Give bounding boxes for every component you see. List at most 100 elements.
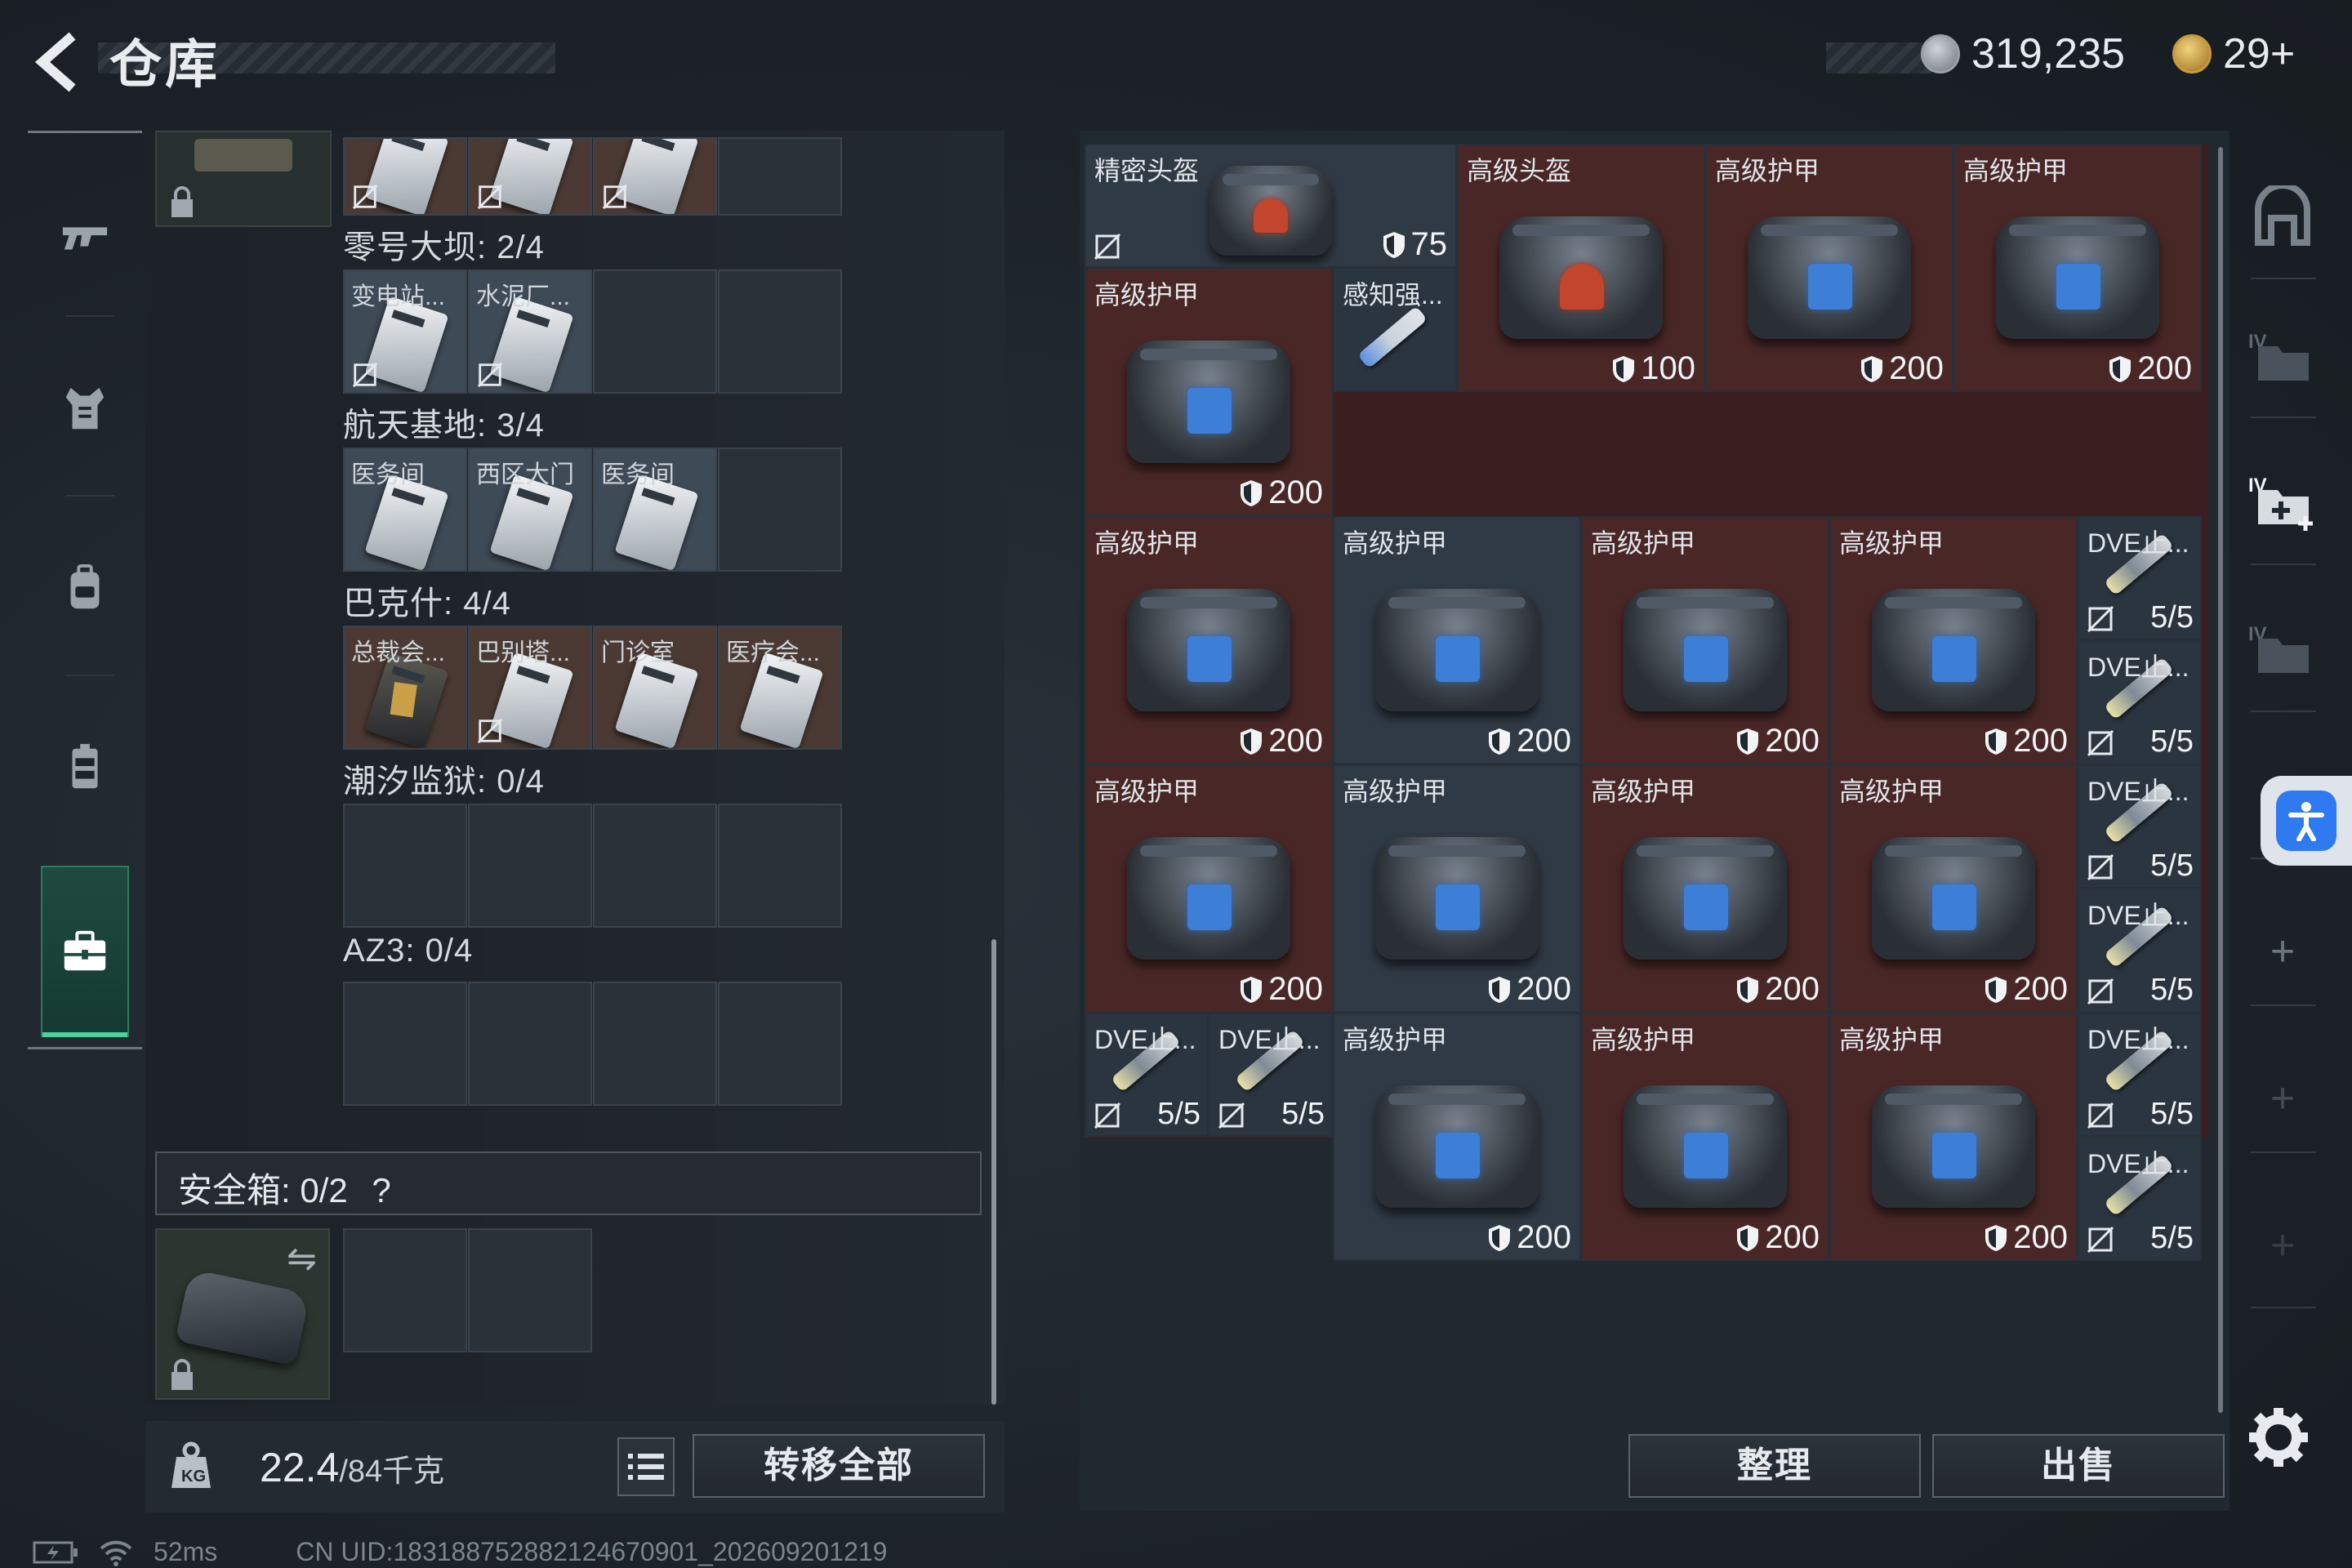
durability-value: 200 xyxy=(1889,350,1944,386)
keycard-group-slots xyxy=(343,982,842,1106)
item-name: 高级护甲 xyxy=(1094,528,1200,558)
durability-value: 200 xyxy=(1517,723,1571,759)
keycard-slot-empty[interactable] xyxy=(718,804,842,928)
stash-tab-home[interactable] xyxy=(2246,180,2319,253)
sidebar-item-rig[interactable] xyxy=(41,694,129,841)
stash-item-syringe[interactable]: DVE止... 5/5 xyxy=(2078,1137,2202,1261)
keycard-slot[interactable]: 总裁会... xyxy=(343,626,467,750)
item-name: DVE止... xyxy=(2087,901,2189,930)
keycard-slot-empty[interactable] xyxy=(718,270,842,394)
item-name: 高级护甲 xyxy=(1839,1025,1944,1054)
keycard-group-slots: 医务间 西区大门 医务间 xyxy=(343,448,842,572)
tab-separator xyxy=(2251,1307,2316,1308)
locked-container-slot[interactable] xyxy=(155,131,332,227)
stash-item-helmet[interactable]: 高级头盔 100 xyxy=(1457,144,1705,392)
stash-item-armor[interactable]: 高级护甲 200 xyxy=(1333,516,1581,764)
stash-item-armor[interactable]: 高级护甲 200 xyxy=(1333,1013,1581,1261)
stash-scrollbar[interactable] xyxy=(2218,147,2223,1413)
keycard-slot[interactable]: 变电站... xyxy=(343,270,467,394)
keycard-slot[interactable]: 医务间 xyxy=(343,448,467,572)
sidebar-item-weapon[interactable] xyxy=(41,163,129,310)
keycard-slot-empty[interactable] xyxy=(718,982,842,1106)
keycard-slot-empty[interactable] xyxy=(593,804,717,928)
keycard-slot[interactable] xyxy=(593,137,717,216)
no-bind-icon xyxy=(477,718,503,744)
keycard-slot-empty[interactable] xyxy=(718,448,842,572)
stash-item-syringe[interactable]: DVE止... 5/5 xyxy=(2078,516,2202,640)
stash-item-syringe[interactable]: DVE止... 5/5 xyxy=(1085,1013,1209,1137)
no-bind-icon xyxy=(1094,1102,1121,1129)
stash-item-armor[interactable]: 高级护甲 200 xyxy=(1333,764,1581,1013)
durability-value: 200 xyxy=(1765,971,1820,1007)
safe-slot-empty[interactable] xyxy=(468,1228,592,1352)
keycard-slot-empty[interactable] xyxy=(343,982,467,1106)
item-count: 5/5 xyxy=(2150,600,2194,635)
item-name: 高级护甲 xyxy=(1591,777,1696,806)
item-name: DVE止... xyxy=(1218,1025,1321,1054)
stash-item-armor[interactable]: 高级护甲 200 xyxy=(1829,516,2078,764)
stash-item-syringe[interactable]: DVE止... 5/5 xyxy=(2078,640,2202,764)
stash-item-armor[interactable]: 高级护甲 200 xyxy=(1581,1013,1829,1261)
keycard-slot-empty[interactable] xyxy=(593,982,717,1106)
stash-item-syringe[interactable]: DVE止... 5/5 xyxy=(1209,1013,1333,1137)
swap-icon[interactable]: ⇋ xyxy=(287,1238,317,1280)
list-view-button[interactable] xyxy=(617,1437,675,1496)
keycard-slot-empty[interactable] xyxy=(718,137,842,216)
item-name: 高级护甲 xyxy=(1343,528,1448,558)
stash-item-armor[interactable]: 高级护甲 200 xyxy=(1705,144,1953,392)
keycard-slot[interactable]: 门诊室 xyxy=(593,626,717,750)
sell-button[interactable]: 出售 xyxy=(1932,1434,2225,1498)
item-durability: 200 xyxy=(1735,1219,1820,1256)
back-arrow-icon[interactable] xyxy=(24,29,90,95)
keycard-slot[interactable]: 巴别塔... xyxy=(468,626,592,750)
currency-premium[interactable]: 29+ xyxy=(2172,29,2295,78)
item-durability: 200 xyxy=(1239,474,1323,511)
keycard-slot[interactable]: 医疗会... xyxy=(718,626,842,750)
stash-item-armor[interactable]: 高级护甲 200 xyxy=(1581,764,1829,1013)
keycard-slot-empty[interactable] xyxy=(343,804,467,928)
stash-item-syringe[interactable]: DVE止... 5/5 xyxy=(2078,889,2202,1013)
stash-item-armor[interactable]: 高级护甲 200 xyxy=(1085,764,1333,1013)
sidebar-item-armor[interactable] xyxy=(41,335,129,482)
sort-button[interactable]: 整理 xyxy=(1628,1434,1921,1498)
add-stash-button[interactable]: + xyxy=(2246,1209,2319,1282)
add-stash-button[interactable]: + xyxy=(2246,1062,2319,1135)
stash-tab-iv-1[interactable]: IV xyxy=(2246,320,2319,394)
stash-item-armor[interactable]: 高级护甲 200 xyxy=(1829,1013,2078,1261)
stash-item-syringe[interactable]: 感知强... xyxy=(1333,268,1457,392)
durability-value: 200 xyxy=(2013,1219,2068,1255)
safe-slot-empty[interactable] xyxy=(343,1228,467,1352)
folder-add-icon: IV xyxy=(2248,474,2313,531)
accessibility-button[interactable] xyxy=(2261,776,2352,866)
sidebar-item-case[interactable] xyxy=(41,866,129,1037)
stash-item-armor[interactable]: 高级护甲 200 xyxy=(1953,144,2202,392)
keycard-slot-empty[interactable] xyxy=(468,804,592,928)
plus-icon: + xyxy=(2270,1222,2296,1269)
syringe-image xyxy=(1356,305,1428,369)
shield-icon xyxy=(1737,1224,1759,1251)
stash-item-armor[interactable]: 高级护甲 200 xyxy=(1085,268,1333,516)
stash-item-armor[interactable]: 高级护甲 200 xyxy=(1829,764,2078,1013)
keycard-slot[interactable] xyxy=(343,137,467,216)
keycard-slot[interactable]: 水泥厂... xyxy=(468,270,592,394)
settings-gear-icon[interactable] xyxy=(2246,1405,2311,1470)
stash-tab-add-iv[interactable]: IV xyxy=(2246,466,2319,539)
keycard-slot-empty[interactable] xyxy=(593,270,717,394)
add-stash-button[interactable]: + xyxy=(2246,915,2319,988)
stash-item-armor[interactable]: 高级护甲 200 xyxy=(1581,516,1829,764)
keycard-slot[interactable] xyxy=(468,137,592,216)
stash-item-armor[interactable]: 高级护甲 200 xyxy=(1085,516,1333,764)
sidebar-item-backpack[interactable] xyxy=(41,514,129,662)
left-panel-scrollbar[interactable] xyxy=(991,939,996,1405)
keycard-slot-empty[interactable] xyxy=(468,982,592,1106)
help-icon[interactable]: ? xyxy=(372,1171,390,1209)
armor-vest-image xyxy=(1872,589,2035,711)
keycard-slot[interactable]: 医务间 xyxy=(593,448,717,572)
stash-tab-iv-2[interactable]: IV xyxy=(2246,612,2319,686)
transfer-all-button[interactable]: 转移全部 xyxy=(693,1434,985,1498)
stash-item-helmet[interactable]: 精密头盔 75 xyxy=(1085,144,1457,268)
stash-item-syringe[interactable]: DVE止... 5/5 xyxy=(2078,764,2202,889)
safe-box-slot[interactable]: ⇋ xyxy=(155,1228,330,1400)
keycard-slot[interactable]: 西区大门 xyxy=(468,448,592,572)
stash-item-syringe[interactable]: DVE止... 5/5 xyxy=(2078,1013,2202,1137)
